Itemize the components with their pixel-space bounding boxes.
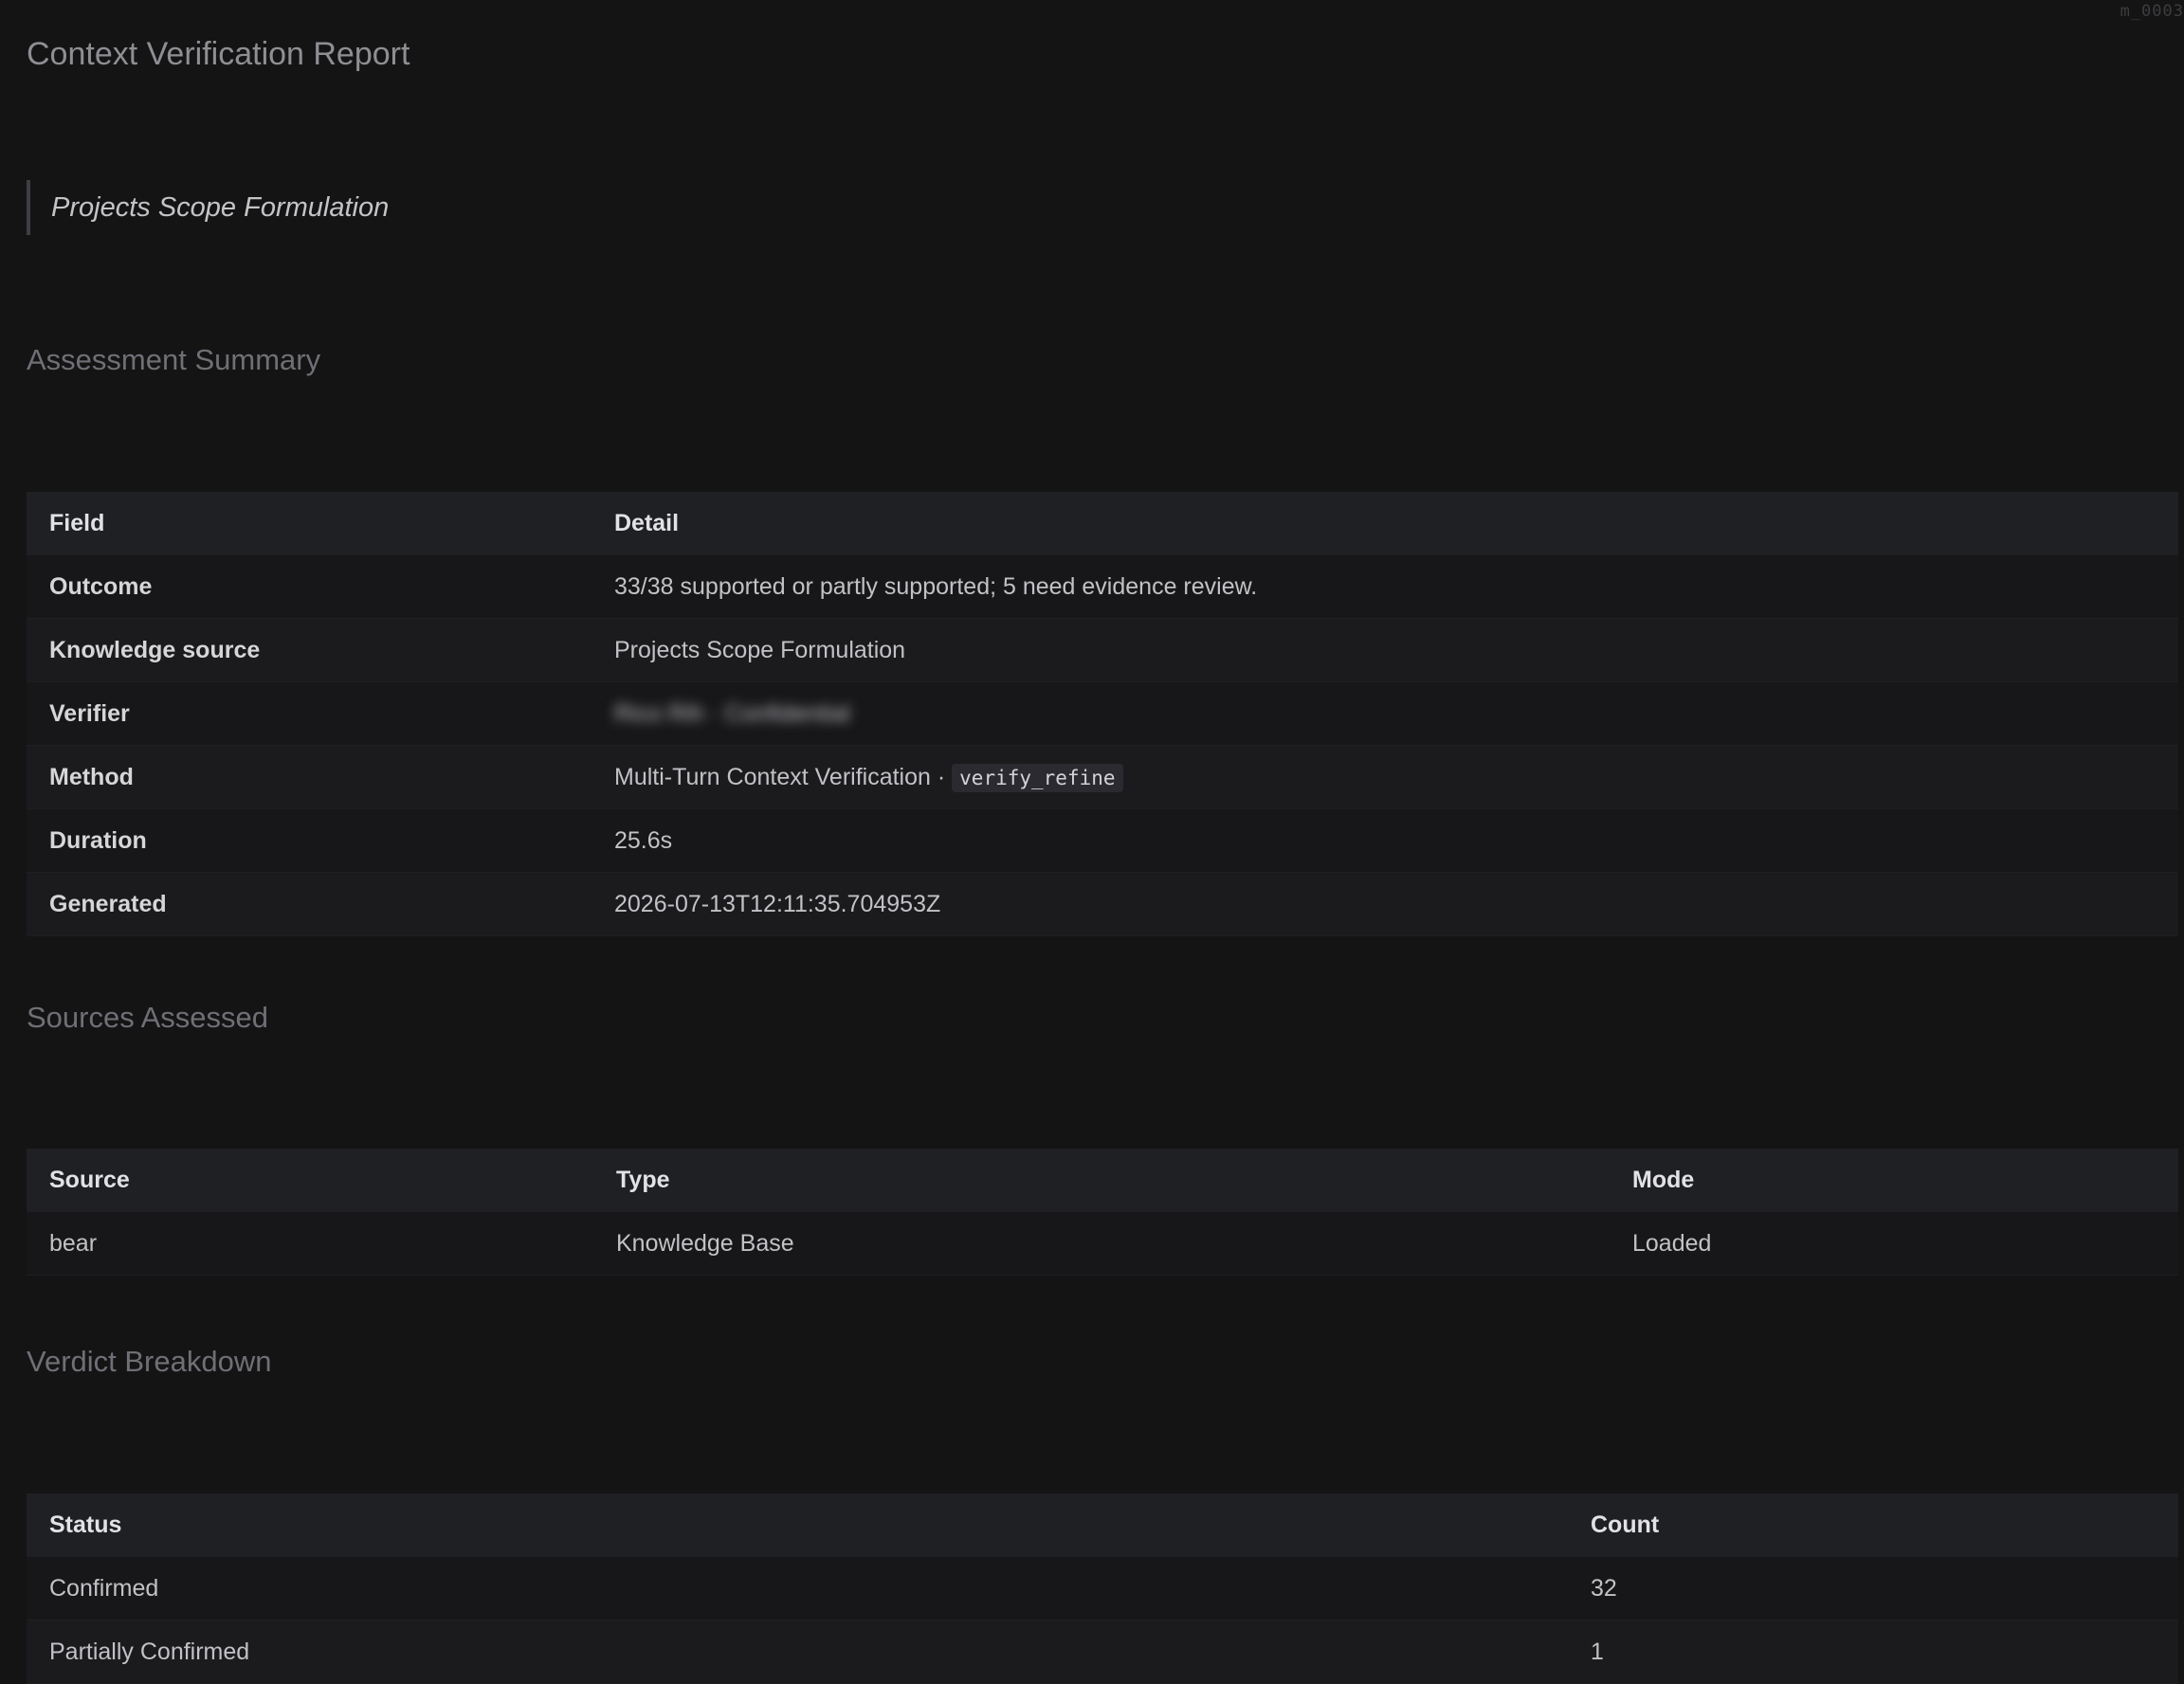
table-header-row: Status Count [27, 1494, 2178, 1557]
source-mode-cell: Loaded [1610, 1211, 2178, 1276]
table-row-outcome: Outcome 33/38 supported or partly suppor… [27, 554, 2178, 619]
row-value-generated: 2026-07-13T12:11:35.704953Z [592, 872, 2178, 936]
report-page: m_0003 Context Verification Report Proje… [0, 0, 2184, 1684]
row-value-outcome: 33/38 supported or partly supported; 5 n… [592, 554, 2178, 619]
row-value-duration: 25.6s [592, 808, 2178, 873]
status-cell: Partially Confirmed [27, 1620, 1568, 1684]
column-header-detail: Detail [592, 492, 2178, 555]
row-key-duration: Duration [27, 808, 592, 873]
method-code-tag: verify_refine [952, 763, 1123, 792]
table-row: Confirmed 32 [27, 1556, 2178, 1621]
column-header-count: Count [1568, 1494, 2178, 1557]
column-header-type: Type [593, 1149, 1610, 1212]
table-row-knowledge-source: Knowledge source Projects Scope Formulat… [27, 618, 2178, 682]
column-header-mode: Mode [1610, 1149, 2178, 1212]
verdict-breakdown-table: Status Count Confirmed 32 Partially Conf… [27, 1494, 2178, 1684]
assessment-summary-table: Field Detail Outcome 33/38 supported or … [27, 492, 2178, 936]
method-name: Multi-Turn Context Verification · [614, 763, 946, 790]
table-row: bear Knowledge Base Loaded [27, 1211, 2178, 1276]
column-header-field: Field [27, 492, 592, 555]
row-value-verifier: Rico Rih · Confidential [592, 681, 2178, 746]
table-row-verifier: Verifier Rico Rih · Confidential [27, 681, 2178, 746]
sources-assessed-table: Source Type Mode bear Knowledge Base Loa… [27, 1149, 2178, 1276]
table-row-duration: Duration 25.6s [27, 808, 2178, 873]
table-header-row: Field Detail [27, 492, 2178, 555]
table-row-generated: Generated 2026-07-13T12:11:35.704953Z [27, 872, 2178, 936]
column-header-source: Source [27, 1149, 593, 1212]
assessment-summary-heading: Assessment Summary [27, 343, 321, 376]
table-row: Partially Confirmed 1 [27, 1620, 2178, 1684]
source-name-cell: bear [27, 1211, 593, 1276]
redacted-verifier-name: Rico Rih · Confidential [614, 699, 850, 727]
verdict-breakdown-heading: Verdict Breakdown [27, 1345, 272, 1378]
row-value-method: Multi-Turn Context Verification · verify… [592, 745, 2178, 809]
corner-id-tag: m_0003 [2120, 2, 2184, 21]
sources-assessed-heading: Sources Assessed [27, 1001, 269, 1034]
row-key-outcome: Outcome [27, 554, 592, 619]
subtitle-blockquote: Projects Scope Formulation [27, 180, 389, 235]
row-key-generated: Generated [27, 872, 592, 936]
subtitle-text: Projects Scope Formulation [51, 191, 390, 223]
source-type-cell: Knowledge Base [593, 1211, 1610, 1276]
row-value-knowledge-source: Projects Scope Formulation [592, 618, 2178, 682]
count-cell: 32 [1568, 1556, 2178, 1621]
count-cell: 1 [1568, 1620, 2178, 1684]
column-header-status: Status [27, 1494, 1568, 1557]
table-header-row: Source Type Mode [27, 1149, 2178, 1212]
row-key-verifier: Verifier [27, 681, 592, 746]
row-key-knowledge-source: Knowledge source [27, 618, 592, 682]
table-row-method: Method Multi-Turn Context Verification ·… [27, 745, 2178, 809]
row-key-method: Method [27, 745, 592, 809]
status-cell: Confirmed [27, 1556, 1568, 1621]
page-title: Context Verification Report [27, 36, 410, 72]
